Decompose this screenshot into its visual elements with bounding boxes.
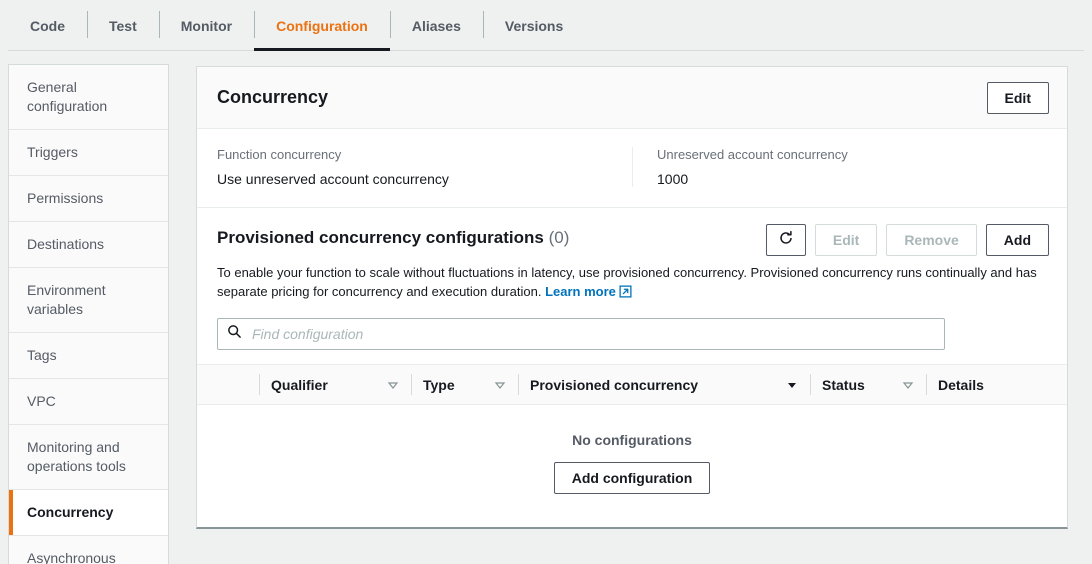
search-input[interactable] — [250, 325, 935, 343]
tab-monitor[interactable]: Monitor — [158, 0, 254, 51]
sidebar-item-label: Monitoring and operations tools — [27, 439, 126, 474]
configuration-sidebar: General configuration Triggers Permissio… — [8, 64, 169, 564]
tab-label: Versions — [504, 17, 564, 34]
tab-label: Monitor — [180, 17, 233, 34]
add-configuration-empty-button[interactable]: Add configuration — [553, 462, 711, 494]
sidebar-item-label: VPC — [27, 393, 56, 409]
provisioned-count: (0) — [548, 228, 570, 247]
sort-caret-icon[interactable] — [902, 379, 914, 391]
remove-configuration-button[interactable]: Remove — [886, 224, 977, 256]
function-concurrency-value: Use unreserved account concurrency — [217, 171, 449, 187]
edit-configuration-button[interactable]: Edit — [814, 224, 878, 256]
sidebar-item-destinations[interactable]: Destinations — [9, 222, 168, 268]
tab-code[interactable]: Code — [8, 0, 87, 51]
table-empty-state: No configurations Add configuration — [197, 405, 1067, 527]
sidebar-item-monitoring-and-operations-tools[interactable]: Monitoring and operations tools — [9, 425, 168, 490]
learn-more-link[interactable]: Learn more — [545, 284, 632, 299]
tab-label: Aliases — [411, 17, 461, 34]
page-title: Concurrency — [217, 87, 329, 107]
column-header-type[interactable]: Type — [411, 374, 518, 395]
function-concurrency-field: Function concurrency Use unreserved acco… — [197, 147, 632, 187]
column-header-status[interactable]: Status — [810, 374, 926, 395]
provisioned-section-title: Provisioned concurrency configurations (… — [217, 224, 569, 248]
empty-state-message: No configurations — [572, 432, 692, 448]
sidebar-item-permissions[interactable]: Permissions — [9, 176, 168, 222]
column-label: Details — [938, 376, 984, 393]
refresh-button[interactable] — [765, 224, 806, 256]
sidebar-item-label: Environment variables — [27, 282, 106, 317]
sidebar-item-label: Destinations — [27, 236, 105, 252]
external-link-icon — [619, 284, 632, 303]
column-header-qualifier[interactable]: Qualifier — [259, 374, 411, 395]
tab-versions[interactable]: Versions — [482, 0, 585, 51]
sidebar-item-concurrency[interactable]: Concurrency — [9, 490, 168, 536]
sidebar-item-label: Asynchronous invocation — [27, 550, 116, 564]
column-label: Type — [423, 376, 455, 393]
tab-label: Configuration — [276, 17, 368, 34]
tab-aliases[interactable]: Aliases — [389, 0, 483, 51]
column-header-details[interactable]: Details — [926, 374, 1046, 395]
search-row — [197, 303, 1067, 364]
column-label: Status — [822, 376, 865, 393]
tab-test[interactable]: Test — [87, 0, 159, 51]
sidebar-item-tags[interactable]: Tags — [9, 333, 168, 379]
sidebar-item-triggers[interactable]: Triggers — [9, 130, 168, 176]
provisioned-actions: Edit Remove Add — [765, 224, 1049, 256]
sort-caret-icon[interactable] — [494, 379, 506, 391]
tab-label: Code — [30, 17, 65, 34]
sort-caret-active-icon[interactable] — [786, 379, 798, 391]
sidebar-item-label: Triggers — [27, 144, 78, 160]
unreserved-account-concurrency-value: 1000 — [657, 171, 689, 187]
concurrency-summary: Function concurrency Use unreserved acco… — [197, 129, 1067, 208]
primary-tab-bar: Code Test Monitor Configuration Aliases … — [0, 0, 1092, 51]
column-label: Qualifier — [271, 376, 328, 393]
sidebar-item-environment-variables[interactable]: Environment variables — [9, 268, 168, 333]
column-header-provisioned-concurrency[interactable]: Provisioned concurrency — [518, 374, 810, 395]
column-label: Provisioned concurrency — [530, 376, 699, 393]
sidebar-item-asynchronous-invocation[interactable]: Asynchronous invocation — [9, 536, 168, 564]
add-configuration-button[interactable]: Add — [985, 224, 1049, 256]
sidebar-item-general-configuration[interactable]: General configuration — [9, 65, 168, 130]
edit-concurrency-button[interactable]: Edit — [986, 81, 1049, 114]
refresh-icon — [778, 230, 794, 250]
learn-more-label: Learn more — [545, 284, 616, 299]
page-body: General configuration Triggers Permissio… — [0, 51, 1092, 564]
sort-caret-icon[interactable] — [387, 379, 399, 391]
configurations-table-header: Qualifier Type Provisioned concurrency S… — [197, 364, 1067, 405]
concurrency-panel-header: Concurrency Edit — [197, 67, 1067, 129]
provisioned-title-text: Provisioned concurrency configurations — [217, 228, 544, 247]
table-select-all-cell — [197, 374, 259, 395]
search-icon — [227, 324, 242, 344]
unreserved-account-concurrency-field: Unreserved account concurrency 1000 — [632, 147, 1067, 187]
function-concurrency-label: Function concurrency — [217, 147, 342, 162]
provisioned-description: To enable your function to scale without… — [197, 256, 1067, 303]
unreserved-account-concurrency-label: Unreserved account concurrency — [657, 147, 848, 162]
tab-label: Test — [109, 17, 137, 34]
tab-configuration[interactable]: Configuration — [254, 0, 390, 51]
sidebar-item-vpc[interactable]: VPC — [9, 379, 168, 425]
concurrency-panel: Concurrency Edit Function concurrency Us… — [196, 66, 1068, 529]
sidebar-item-label: Tags — [27, 347, 57, 363]
sidebar-item-label: Concurrency — [27, 504, 114, 520]
provisioned-section-header: Provisioned concurrency configurations (… — [197, 208, 1067, 256]
sidebar-item-label: General configuration — [27, 79, 108, 114]
find-configuration-search[interactable] — [217, 318, 945, 350]
sidebar-item-label: Permissions — [27, 190, 104, 206]
